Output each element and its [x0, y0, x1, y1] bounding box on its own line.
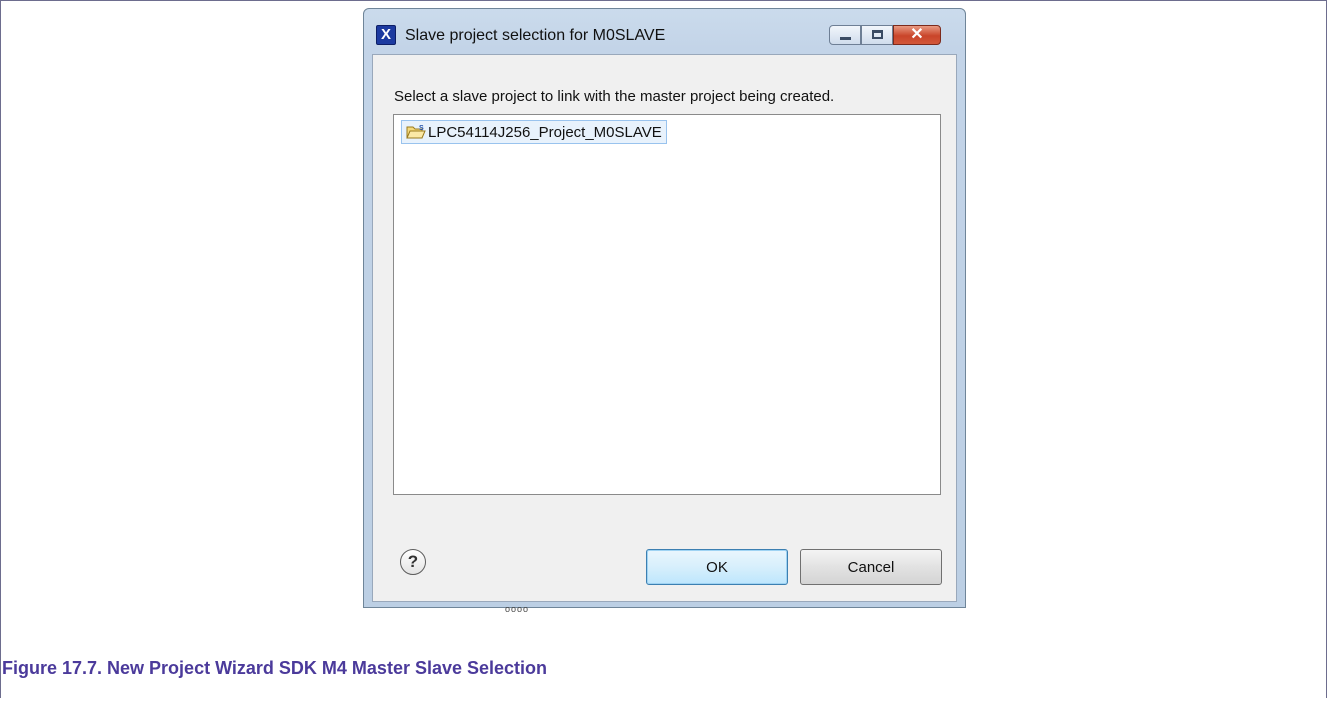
svg-text:S: S: [419, 125, 424, 132]
app-icon: X: [376, 25, 396, 45]
project-folder-icon: S: [406, 124, 426, 140]
dialog-body: Select a slave project to link with the …: [372, 54, 957, 602]
ok-button[interactable]: OK: [646, 549, 788, 585]
close-icon: ✕: [910, 26, 924, 43]
cancel-button[interactable]: Cancel: [800, 549, 942, 585]
figure-caption: Figure 17.7. New Project Wizard SDK M4 M…: [2, 658, 548, 678]
instruction-text: Select a slave project to link with the …: [394, 88, 835, 105]
help-icon[interactable]: ?: [400, 549, 426, 575]
dialog-title: Slave project selection for M0SLAVE: [405, 27, 666, 44]
slave-project-dialog: X Slave project selection for M0SLAVE ✕ …: [363, 8, 966, 608]
close-button[interactable]: ✕: [893, 25, 941, 45]
partially-hidden-text: oooo: [505, 604, 530, 614]
maximize-icon: [872, 30, 883, 39]
minimize-button[interactable]: [829, 25, 861, 45]
maximize-button[interactable]: [861, 25, 893, 45]
project-list[interactable]: S LPC54114J256_Project_M0SLAVE: [393, 114, 941, 495]
title-bar[interactable]: X Slave project selection for M0SLAVE ✕: [364, 9, 965, 53]
list-item-project[interactable]: S LPC54114J256_Project_M0SLAVE: [401, 120, 667, 144]
minimize-icon: [840, 37, 851, 40]
project-label: LPC54114J256_Project_M0SLAVE: [428, 123, 662, 141]
